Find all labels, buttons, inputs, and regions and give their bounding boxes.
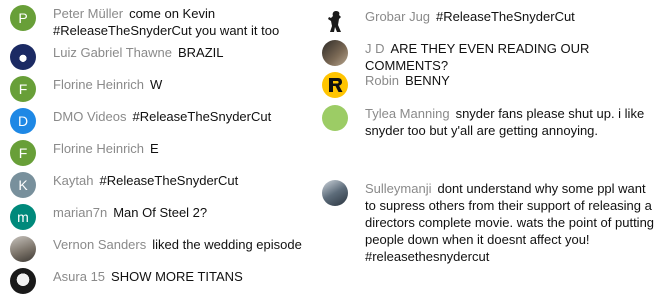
avatar[interactable] <box>322 72 348 98</box>
message-text: Man Of Steel 2? <box>113 205 208 220</box>
chat-message: Vernon Sanders liked the wedding episode <box>10 236 310 262</box>
avatar[interactable]: m <box>10 204 36 230</box>
avatar[interactable] <box>10 236 36 262</box>
author-name[interactable]: Florine Heinrich <box>53 141 144 156</box>
author-name[interactable]: Vernon Sanders <box>53 237 146 252</box>
avatar[interactable]: D <box>10 108 36 134</box>
avatar[interactable] <box>322 180 348 206</box>
author-name[interactable]: Florine Heinrich <box>53 77 144 92</box>
message-text: BRAZIL <box>178 45 224 60</box>
message-text: #ReleaseTheSnyderCut <box>436 9 575 24</box>
chat-message: F Florine Heinrich E <box>10 140 310 166</box>
chat-message: P Peter Müller come on Kevin #ReleaseTheS… <box>10 5 310 39</box>
message-text: E <box>150 141 159 156</box>
chat-message: Robin BENNY <box>322 72 660 98</box>
author-name[interactable]: DMO Videos <box>53 109 126 124</box>
message-text: liked the wedding episode <box>152 237 302 252</box>
chat-message: D DMO Videos #ReleaseTheSnyderCut <box>10 108 310 134</box>
avatar[interactable]: K <box>10 172 36 198</box>
author-name[interactable]: marian7n <box>53 205 107 220</box>
author-name[interactable]: Kaytah <box>53 173 93 188</box>
message-text: SHOW MORE TITANS <box>111 269 243 284</box>
chat-message: K Kaytah #ReleaseTheSnyderCut <box>10 172 310 198</box>
avatar[interactable] <box>10 268 36 294</box>
avatar[interactable] <box>10 44 36 70</box>
chat-message: m marian7n Man Of Steel 2? <box>10 204 310 230</box>
author-name[interactable]: Sulleymanji <box>365 181 431 196</box>
avatar[interactable] <box>322 40 348 66</box>
chat-message: Asura 15 SHOW MORE TITANS <box>10 268 310 294</box>
avatar[interactable]: F <box>10 76 36 102</box>
message-text: W <box>150 77 163 92</box>
message-text: BENNY <box>404 73 450 88</box>
robin-logo-icon <box>329 78 343 92</box>
avatar[interactable] <box>322 8 348 34</box>
message-text: #ReleaseTheSnyderCut <box>99 173 239 188</box>
soldier-silhouette-icon <box>328 11 341 32</box>
avatar[interactable] <box>322 105 348 131</box>
avatar[interactable]: F <box>10 140 36 166</box>
chat-message: Tylea Manning snyder fans please shut up.… <box>322 105 660 139</box>
chat-message: J D ARE THEY EVEN READING OUR COMMENTS? <box>322 40 660 74</box>
author-name[interactable]: Tylea Manning <box>365 106 450 121</box>
chat-message: Luiz Gabriel Thawne BRAZIL <box>10 44 310 70</box>
author-name[interactable]: Asura 15 <box>53 269 105 284</box>
author-name[interactable]: J D <box>365 41 385 56</box>
message-text: #ReleaseTheSnyderCut <box>132 109 272 124</box>
author-name[interactable]: Robin <box>365 73 399 88</box>
chat-message: Sulleymanji dont understand why some ppl … <box>322 180 660 265</box>
author-name[interactable]: Peter Müller <box>53 6 123 21</box>
message-text: ARE THEY EVEN READING OUR COMMENTS? <box>365 41 590 73</box>
chat-message: Grobar Jug #ReleaseTheSnyderCut <box>322 8 660 34</box>
author-name[interactable]: Grobar Jug <box>365 9 430 24</box>
chat-message: F Florine Heinrich W <box>10 76 310 102</box>
avatar[interactable]: P <box>10 5 36 31</box>
author-name[interactable]: Luiz Gabriel Thawne <box>53 45 172 60</box>
